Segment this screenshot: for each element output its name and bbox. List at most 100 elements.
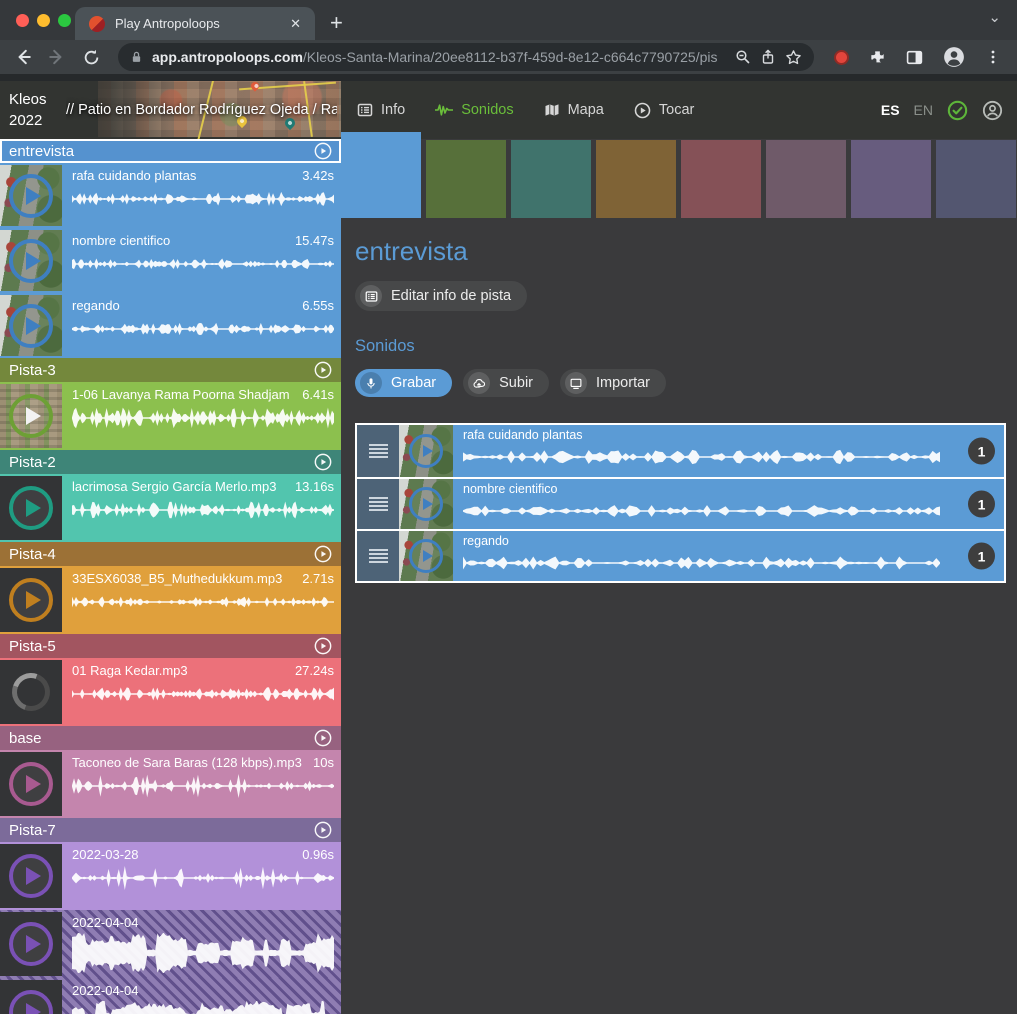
play-sound-icon[interactable]: [9, 239, 53, 283]
profile-avatar[interactable]: [943, 46, 965, 68]
url-bar[interactable]: app.antropoloops.com/Kleos-Santa-Marina/…: [118, 43, 814, 71]
tab-sonidos[interactable]: Sonidos: [435, 102, 513, 118]
panel-sound-row[interactable]: nombre cientifico1: [357, 477, 1004, 529]
track-header-base[interactable]: base: [0, 726, 341, 750]
importar-button[interactable]: Importar: [560, 369, 666, 397]
panel-sound-row[interactable]: rafa cuidando plantas1: [357, 425, 1004, 477]
track-swatch-5[interactable]: [681, 140, 761, 218]
extensions-puzzle-icon[interactable]: [869, 49, 886, 66]
panel-sound-row[interactable]: regando1: [357, 529, 1004, 581]
back-button[interactable]: [10, 44, 36, 70]
side-panel-icon[interactable]: [906, 49, 923, 66]
drag-handle[interactable]: [357, 531, 399, 581]
sound-thumbnail: [0, 752, 62, 816]
waveform: [72, 251, 334, 277]
sound-item[interactable]: 2022-03-280.96s: [0, 842, 341, 910]
sound-item[interactable]: 1-06 Lavanya Rama Poorna Shadjam Rupak..…: [0, 382, 341, 450]
app-nav: Info Sonidos Mapa Tocar: [357, 102, 694, 119]
lang-en[interactable]: EN: [914, 102, 933, 118]
play-sound-icon[interactable]: [9, 394, 53, 438]
drag-handle[interactable]: [357, 479, 399, 529]
sound-item[interactable]: 2022-04-04: [0, 910, 341, 978]
app-logo[interactable]: Kleos 2022: [9, 89, 47, 131]
bookmark-star-icon[interactable]: [785, 49, 802, 66]
minimize-window-button[interactable]: [37, 14, 50, 27]
account-icon[interactable]: [982, 100, 1003, 121]
play-sound-icon[interactable]: [9, 762, 53, 806]
browser-window: Play Antropoloops ✕ + ⌄ app.antropoloops…: [0, 0, 1017, 1014]
sounds-section-label: Sonidos: [355, 337, 1011, 356]
play-track-icon[interactable]: [314, 361, 332, 379]
track-swatch-2[interactable]: [426, 140, 506, 218]
play-sound-icon[interactable]: [9, 174, 53, 218]
play-sound-icon[interactable]: [9, 922, 53, 966]
close-window-button[interactable]: [16, 14, 29, 27]
browser-tab[interactable]: Play Antropoloops ✕: [75, 7, 315, 40]
track-header-Pista-7[interactable]: Pista-7: [0, 818, 341, 842]
reload-button[interactable]: [78, 44, 104, 70]
play-sound-icon[interactable]: [409, 539, 443, 573]
sound-item[interactable]: nombre cientifico15.47s: [0, 228, 341, 293]
play-sound-icon[interactable]: [9, 990, 53, 1014]
play-track-icon[interactable]: [314, 545, 332, 563]
map-icon: [544, 102, 560, 118]
sound-item[interactable]: lacrimosa Sergio García Merlo.mp313.16s: [0, 474, 341, 542]
sync-check-icon[interactable]: [947, 100, 968, 121]
track-swatch-8[interactable]: [936, 140, 1016, 218]
sound-duration: 3.42s: [302, 168, 334, 183]
sound-item[interactable]: rafa cuidando plantas3.42s: [0, 163, 341, 228]
tab-tocar[interactable]: Tocar: [634, 102, 694, 119]
play-track-icon[interactable]: [314, 637, 332, 655]
sound-item[interactable]: 01 Raga Kedar.mp327.24s: [0, 658, 341, 726]
play-sound-icon[interactable]: [9, 486, 53, 530]
waveform: [72, 186, 334, 212]
track-swatch-6[interactable]: [766, 140, 846, 218]
nav-label: Info: [381, 102, 405, 118]
play-sound-icon[interactable]: [409, 487, 443, 521]
button-label: Subir: [499, 375, 533, 391]
play-track-icon[interactable]: [314, 821, 332, 839]
play-sound-icon[interactable]: [9, 578, 53, 622]
edit-track-button[interactable]: Editar info de pista: [355, 281, 527, 311]
waveform: [72, 589, 334, 615]
tab-close-icon[interactable]: ✕: [286, 14, 305, 34]
play-track-icon[interactable]: [314, 142, 332, 160]
tab-info[interactable]: Info: [357, 102, 405, 118]
tab-search-chevron-icon[interactable]: ⌄: [988, 8, 1001, 26]
edit-track-label: Editar info de pista: [391, 288, 511, 304]
zoom-window-button[interactable]: [58, 14, 71, 27]
play-sound-icon[interactable]: [409, 434, 443, 468]
logo-line-1: Kleos: [9, 89, 47, 110]
sound-item[interactable]: 2022-04-04: [0, 978, 341, 1014]
play-sound-icon[interactable]: [9, 854, 53, 898]
track-swatch-3[interactable]: [511, 140, 591, 218]
sound-item[interactable]: regando6.55s: [0, 293, 341, 358]
track-swatch-7[interactable]: [851, 140, 931, 218]
track-swatch-4[interactable]: [596, 140, 676, 218]
sound-item[interactable]: Taconeo de Sara Baras (128 kbps).mp310s: [0, 750, 341, 818]
lang-es[interactable]: ES: [881, 102, 900, 118]
waveform: [463, 497, 940, 525]
forward-button[interactable]: [44, 44, 70, 70]
sound-item[interactable]: 33ESX6038_B5_Muthedukkum.mp32.71s: [0, 566, 341, 634]
grabar-button[interactable]: Grabar: [355, 369, 452, 397]
drag-handle[interactable]: [357, 425, 399, 477]
track-header-Pista-2[interactable]: Pista-2: [0, 450, 341, 474]
record-extension-icon[interactable]: [834, 50, 849, 65]
track-header-Pista-4[interactable]: Pista-4: [0, 542, 341, 566]
play-track-icon[interactable]: [314, 453, 332, 471]
new-tab-button[interactable]: +: [330, 8, 343, 38]
sound-thumbnail: [0, 912, 62, 976]
share-icon[interactable]: [760, 49, 776, 65]
menu-kebab-icon[interactable]: [985, 49, 1001, 65]
subir-button[interactable]: Subir: [463, 369, 549, 397]
tab-mapa[interactable]: Mapa: [544, 102, 604, 118]
zoom-out-icon[interactable]: [735, 49, 751, 65]
track-swatch-1-active[interactable]: [341, 132, 421, 218]
track-header-Pista-5[interactable]: Pista-5: [0, 634, 341, 658]
sound-title: 2022-04-04: [72, 915, 139, 930]
track-header-entrevista[interactable]: entrevista: [0, 139, 341, 163]
track-header-Pista-3[interactable]: Pista-3: [0, 358, 341, 382]
play-sound-icon[interactable]: [9, 304, 53, 348]
play-track-icon[interactable]: [314, 729, 332, 747]
